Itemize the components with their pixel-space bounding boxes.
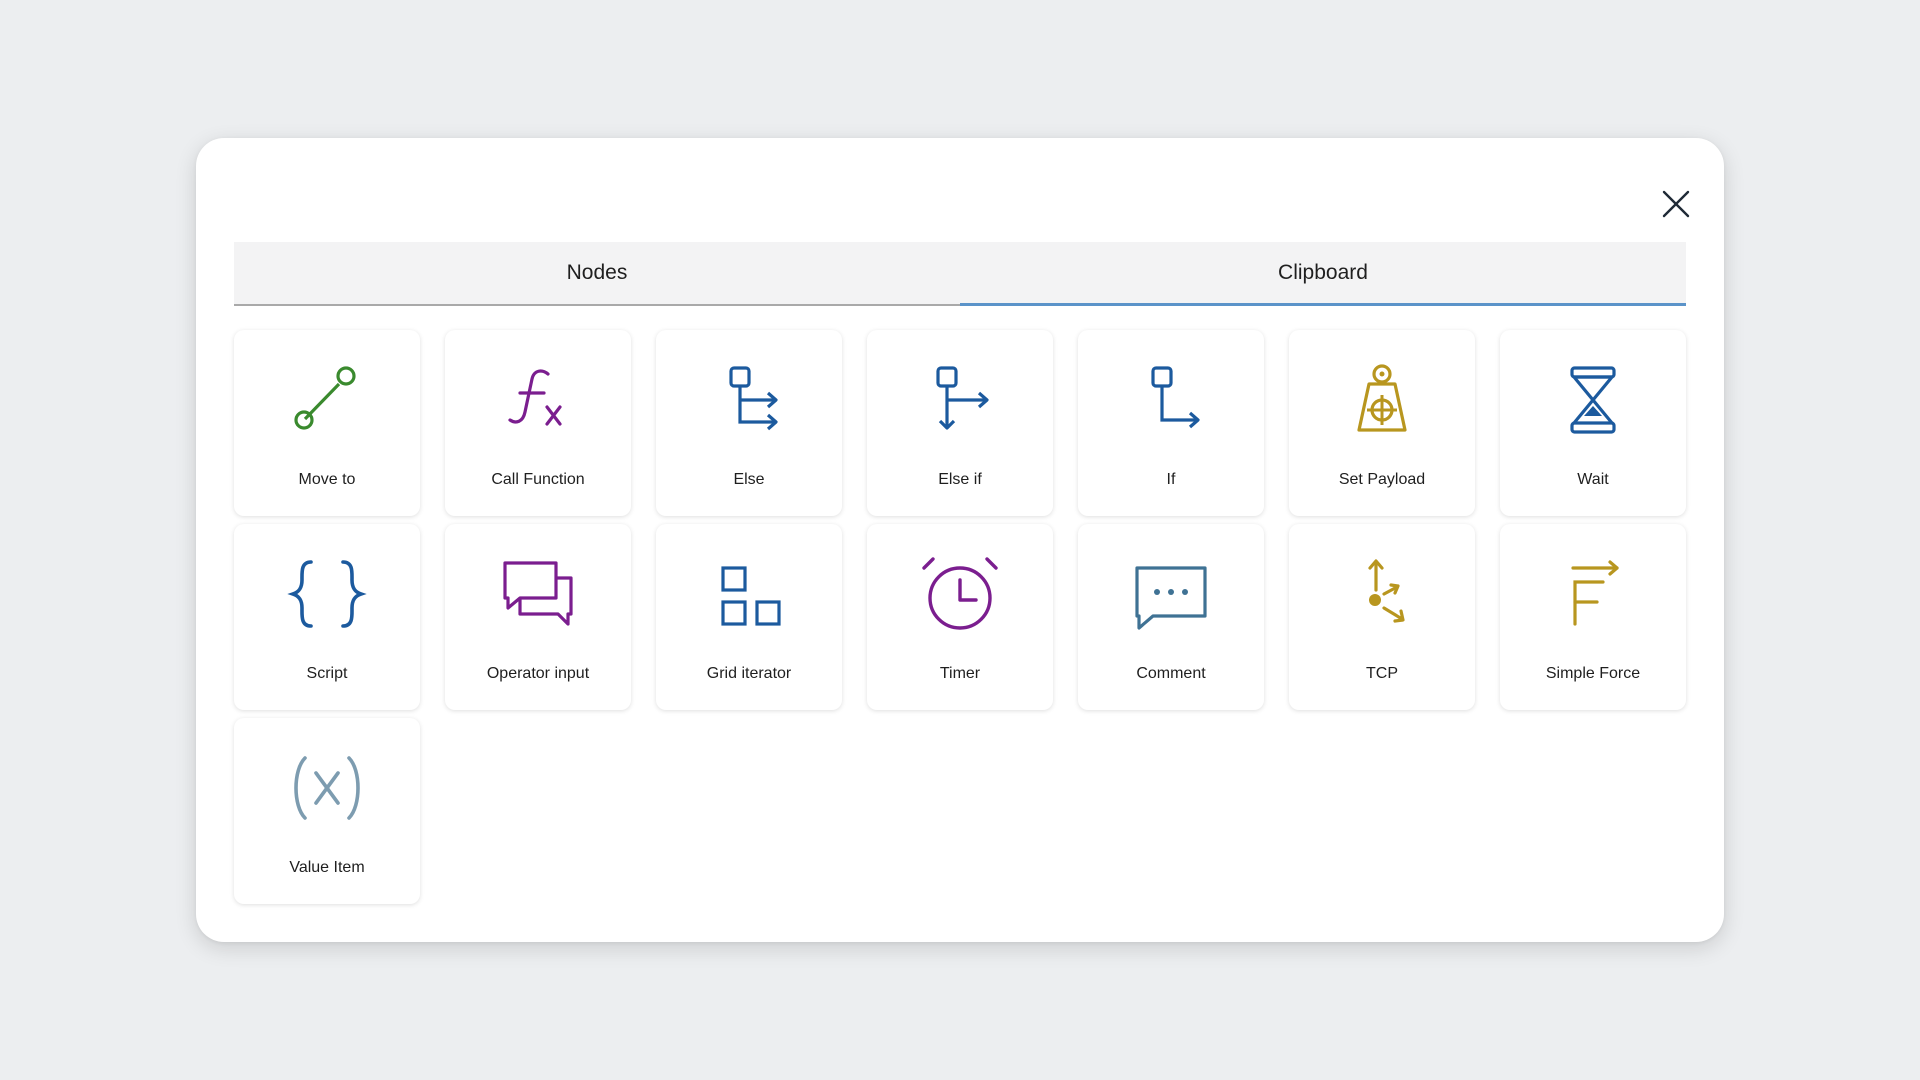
grid-squares-icon bbox=[709, 554, 789, 634]
node-tile-script[interactable]: Script bbox=[234, 524, 420, 710]
hourglass-icon bbox=[1553, 360, 1633, 440]
function-icon bbox=[498, 360, 578, 440]
tab-nodes[interactable]: Nodes bbox=[234, 242, 960, 306]
tab-clipboard[interactable]: Clipboard bbox=[960, 242, 1686, 306]
chat-bubbles-icon bbox=[498, 554, 578, 634]
node-tile-set-payload[interactable]: Set Payload bbox=[1289, 330, 1475, 516]
close-icon bbox=[1662, 190, 1690, 218]
tcp-axes-icon bbox=[1342, 554, 1422, 634]
node-tile-label: Value Item bbox=[289, 859, 365, 876]
else-if-branch-icon bbox=[920, 360, 1000, 440]
node-tile-if[interactable]: If bbox=[1078, 330, 1264, 516]
node-tile-label: Set Payload bbox=[1338, 471, 1426, 488]
if-branch-icon bbox=[1131, 360, 1211, 440]
node-tile-label: Operator input bbox=[486, 665, 590, 682]
node-tile-operator-input[interactable]: Operator input bbox=[445, 524, 631, 710]
node-tile-label: Else if bbox=[938, 471, 982, 488]
node-tile-label: Wait bbox=[1577, 471, 1609, 488]
node-tile-label: Grid iterator bbox=[706, 665, 792, 682]
node-tile-label: Comment bbox=[1136, 665, 1206, 682]
variable-icon bbox=[287, 748, 367, 828]
node-tile-label: Move to bbox=[298, 471, 356, 488]
node-tile-timer[interactable]: Timer bbox=[867, 524, 1053, 710]
else-branch-icon bbox=[709, 360, 789, 440]
node-tile-label: Simple Force bbox=[1545, 665, 1641, 682]
alarm-clock-icon bbox=[920, 554, 1000, 634]
node-tile-label: Else bbox=[733, 471, 765, 488]
node-tile-wait[interactable]: Wait bbox=[1500, 330, 1686, 516]
node-grid: Move to Call Function Else Else if If Se… bbox=[234, 330, 1686, 904]
move-to-icon bbox=[287, 360, 367, 440]
node-tile-label: If bbox=[1166, 471, 1176, 488]
add-node-dialog: Nodes Clipboard Move to Call Function El… bbox=[196, 138, 1724, 942]
node-tile-label: Timer bbox=[939, 665, 981, 682]
node-tile-else[interactable]: Else bbox=[656, 330, 842, 516]
tab-bar: Nodes Clipboard bbox=[234, 242, 1686, 306]
payload-weight-icon bbox=[1342, 360, 1422, 440]
node-tile-call-function[interactable]: Call Function bbox=[445, 330, 631, 516]
node-tile-comment[interactable]: Comment bbox=[1078, 524, 1264, 710]
node-tile-else-if[interactable]: Else if bbox=[867, 330, 1053, 516]
node-tile-label: TCP bbox=[1366, 665, 1398, 682]
node-tile-move-to[interactable]: Move to bbox=[234, 330, 420, 516]
node-tile-grid-iterator[interactable]: Grid iterator bbox=[656, 524, 842, 710]
comment-bubble-icon bbox=[1131, 554, 1211, 634]
force-icon bbox=[1553, 554, 1633, 634]
node-tile-tcp[interactable]: TCP bbox=[1289, 524, 1475, 710]
node-tile-label: Script bbox=[306, 665, 348, 682]
node-tile-label: Call Function bbox=[491, 471, 585, 488]
curly-braces-icon bbox=[287, 554, 367, 634]
node-tile-value-item[interactable]: Value Item bbox=[234, 718, 420, 904]
node-tile-simple-force[interactable]: Simple Force bbox=[1500, 524, 1686, 710]
close-button[interactable] bbox=[1648, 176, 1704, 232]
